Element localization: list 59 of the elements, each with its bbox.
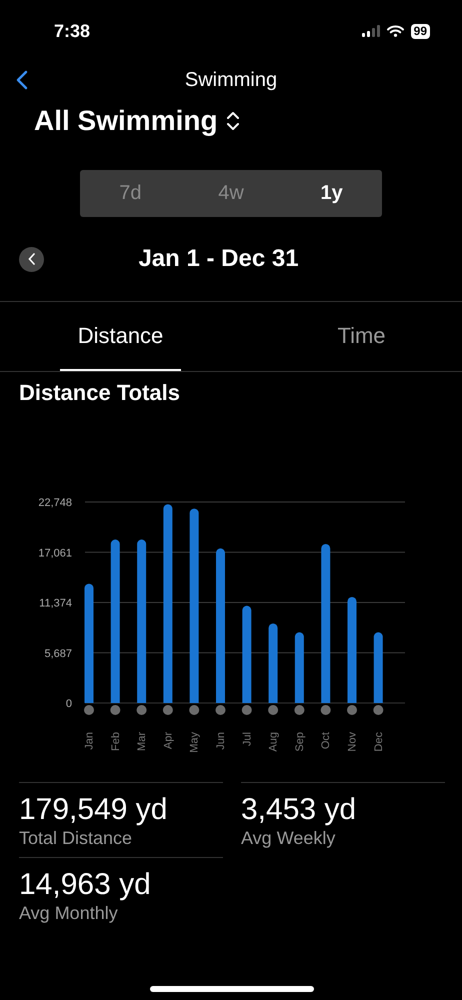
point-marker [347,705,357,715]
x-axis-label: May [188,732,201,753]
bar[interactable] [294,632,304,703]
point-marker [294,705,304,715]
point-marker [268,705,278,715]
stat-value: 14,963 yd [19,868,152,902]
chevron-left-icon [28,253,36,265]
y-axis-label: 5,687 [44,648,72,660]
bar[interactable] [321,544,330,703]
point-marker [320,705,331,715]
x-axis-label: Jan [84,732,96,750]
bar[interactable] [163,504,172,703]
point-marker [373,705,384,715]
point-marker [242,705,252,715]
stat-value: 179,549 yd [19,793,168,827]
point-marker [110,705,120,715]
stat-label: Total Distance [19,827,134,849]
x-axis-label: Oct [320,732,332,750]
point-marker [216,705,226,715]
screen-title: Swimming [184,68,278,92]
y-axis-label: 22,748 [38,497,72,509]
battery-level: 99 [410,24,430,38]
x-axis-label: Apr [162,732,174,750]
bar[interactable] [374,632,383,703]
x-axis-label: Sep [294,732,306,752]
stat-value: 3,453 yd [241,793,358,827]
previous-period-button[interactable] [19,246,44,272]
y-axis-label: 17,061 [38,547,72,560]
date-range: Jan 1 - Dec 31 [137,245,300,273]
metric-tab[interactable]: Time [301,302,422,371]
x-axis-label: Feb [110,732,122,751]
signal-icon [362,25,380,37]
back-icon[interactable] [16,70,28,90]
bar[interactable] [110,540,120,703]
point-marker [84,705,94,715]
stat-label: Avg Monthly [19,902,119,924]
bar[interactable] [190,508,199,703]
point-marker [136,705,147,715]
status-time: 7:38 [54,20,90,42]
x-axis-label: Mar [136,732,148,751]
bar[interactable] [137,540,146,703]
point-marker [162,705,173,715]
activity-picker[interactable]: All Swimming [34,100,240,142]
x-axis-label: Aug [268,732,280,752]
chevron-up-down-icon [226,110,240,132]
metric-tab[interactable]: Distance [60,302,181,371]
y-axis-label: 11,374 [39,598,72,610]
range-tab[interactable]: 1y [281,170,382,217]
stat-label: Avg Weekly [241,827,336,849]
x-axis-label: Jul [241,732,254,746]
x-axis-label: Jun [215,732,227,750]
wifi-icon [386,25,404,37]
section-title: Distance Totals [18,379,181,407]
x-axis-label: Nov [346,732,358,752]
bar[interactable] [242,606,252,703]
x-axis-label: Dec [372,732,385,752]
bar[interactable] [268,623,278,703]
point-marker [189,705,200,715]
y-axis-label: 0 [66,698,72,710]
